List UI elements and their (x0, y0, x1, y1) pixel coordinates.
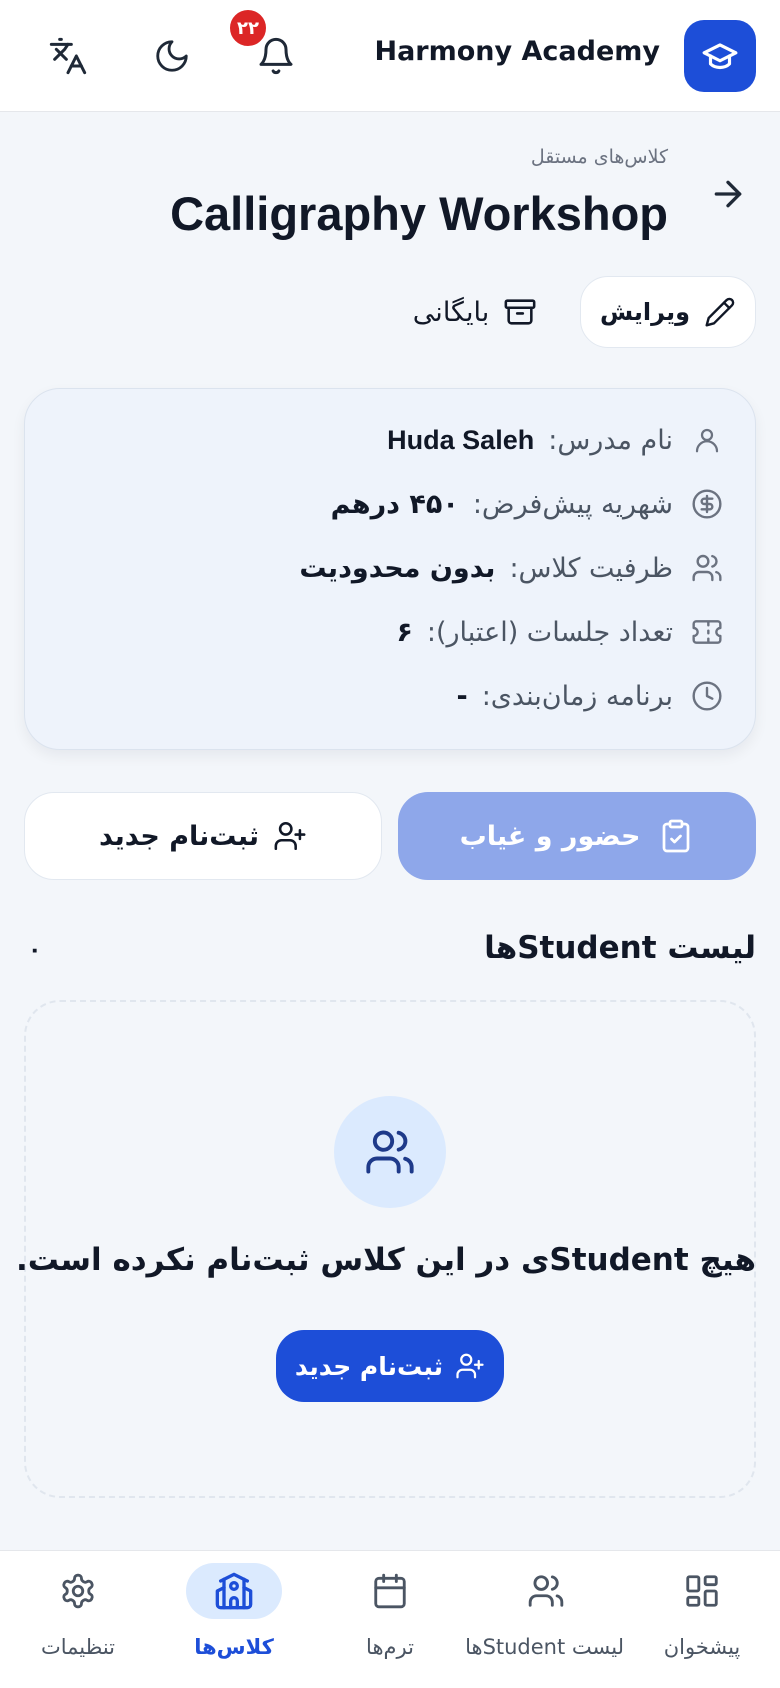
capacity-label: ظرفیت کلاس: (509, 552, 673, 584)
edit-button[interactable]: ویرایش (580, 276, 756, 348)
info-row-teacher: نام مدرس: Huda Saleh (387, 420, 725, 460)
user-plus-icon (456, 1353, 484, 1379)
dashboard-icon (686, 1575, 718, 1607)
attendance-button[interactable]: حضور و غیاب (398, 792, 756, 880)
dark-mode-toggle[interactable] (148, 32, 196, 80)
attendance-label: حضور و غیاب (459, 820, 641, 852)
nav-item-classes[interactable]: کلاس‌ها (156, 1551, 312, 1688)
breadcrumb[interactable]: کلاس‌های مستقل (531, 146, 668, 168)
schedule-value: - (456, 680, 468, 712)
info-row-capacity: ظرفیت کلاس: بدون محدودیت (299, 548, 725, 588)
new-enrollment-label: ثبت‌نام جدید (99, 820, 259, 852)
calendar-icon (374, 1573, 406, 1609)
arrow-right-icon (714, 180, 742, 208)
nav-item-settings[interactable]: تنظیمات (0, 1551, 156, 1688)
clock-icon (689, 678, 725, 714)
nav-label-terms: ترم‌ها (366, 1635, 414, 1659)
school-icon (215, 1572, 253, 1610)
info-row-schedule: برنامه زمان‌بندی: - (456, 676, 725, 716)
gear-icon (62, 1573, 94, 1609)
students-list-title: لیست Studentها (484, 930, 756, 966)
users-icon (366, 1130, 414, 1174)
edit-label: ویرایش (599, 298, 691, 326)
dollar-circle-icon (689, 486, 725, 522)
capacity-value: بدون محدودیت (299, 552, 496, 584)
teacher-value: Huda Saleh (387, 424, 535, 455)
nav-label-classes: کلاس‌ها (194, 1635, 274, 1659)
app-logo[interactable] (684, 20, 756, 92)
graduation-cap-icon (702, 43, 738, 70)
user-plus-icon (274, 821, 306, 851)
app-title: Harmony Academy (374, 36, 660, 67)
class-info-card: نام مدرس: Huda Saleh شهریه پیش‌فرض: ۴۵۰ … (24, 388, 756, 750)
nav-item-dashboard[interactable]: پیشخوان (624, 1551, 780, 1688)
users-icon (528, 1575, 564, 1607)
pencil-icon (705, 297, 735, 327)
archive-button[interactable]: بایگانی (400, 290, 550, 334)
moon-icon (156, 40, 188, 72)
new-enrollment-button[interactable]: ثبت‌نام جدید (24, 792, 382, 880)
nav-label-students: لیست Studentها (465, 1635, 624, 1659)
page-title: Calligraphy Workshop (170, 187, 668, 240)
bottom-navigation: پیشخوان لیست Studentها ترم‌ها کلاس‌ها تن… (0, 1550, 780, 1688)
empty-state-message: هیچ Studentی در این کلاس ثبت‌نام نکرده ا… (15, 1242, 756, 1278)
fee-label: شهریه پیش‌فرض: (472, 488, 673, 520)
nav-item-students[interactable]: لیست Studentها (465, 1551, 624, 1688)
nav-item-terms[interactable]: ترم‌ها (312, 1551, 468, 1688)
notification-badge: ۲۲ (228, 8, 268, 48)
empty-state-enroll-button[interactable]: ثبت‌نام جدید (276, 1330, 504, 1402)
info-row-fee: شهریه پیش‌فرض: ۴۵۰ درهم (331, 484, 725, 524)
archive-icon (504, 299, 536, 325)
top-app-bar: Harmony Academy ۲۲ (0, 0, 780, 112)
schedule-label: برنامه زمان‌بندی: (481, 680, 673, 712)
nav-label-settings: تنظیمات (40, 1635, 116, 1659)
empty-state-illustration (334, 1096, 446, 1208)
clipboard-check-icon (663, 819, 690, 853)
archive-label: بایگانی (412, 296, 490, 328)
ticket-icon (689, 614, 725, 650)
sessions-value: ۶ (396, 616, 413, 648)
user-icon (689, 422, 725, 458)
fee-value: ۴۵۰ درهم (330, 488, 459, 520)
back-button[interactable] (708, 174, 748, 214)
sessions-label: تعداد جلسات (اعتبار): (426, 616, 673, 648)
translate-icon (49, 37, 87, 75)
language-button[interactable] (44, 32, 92, 80)
users-icon (689, 550, 725, 586)
teacher-label: نام مدرس: (548, 424, 673, 456)
nav-label-dashboard: پیشخوان (663, 1635, 741, 1659)
info-row-sessions: تعداد جلسات (اعتبار): ۶ (396, 612, 725, 652)
empty-state-enroll-label: ثبت‌نام جدید (294, 1351, 444, 1381)
students-count: ۰ (28, 938, 42, 963)
